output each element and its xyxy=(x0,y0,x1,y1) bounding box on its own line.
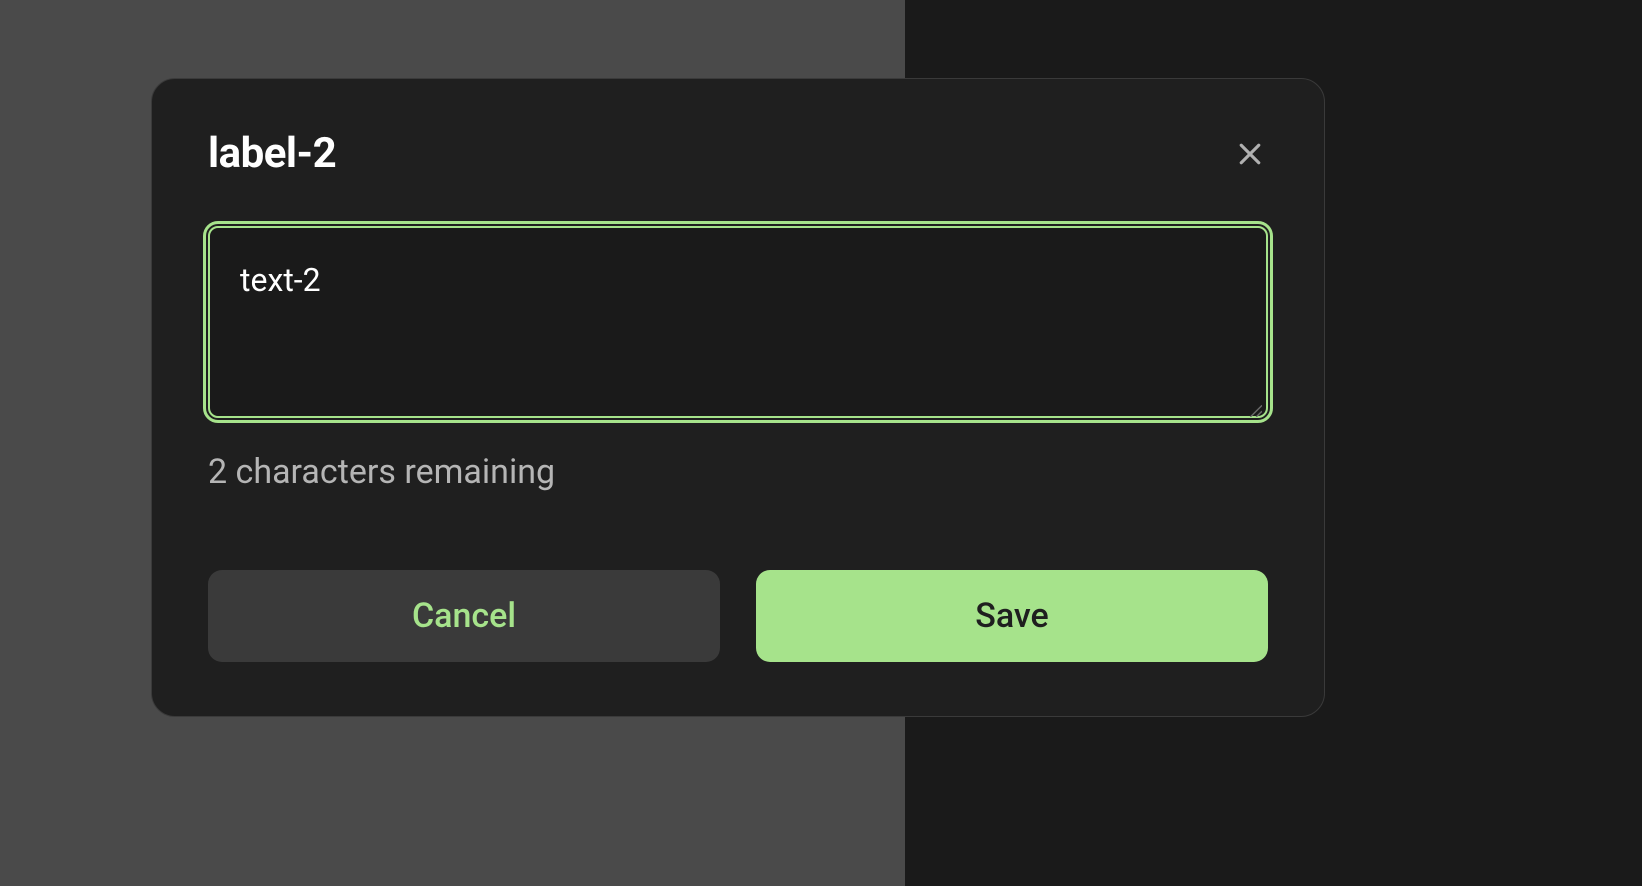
modal-actions: Cancel Save xyxy=(208,570,1268,662)
close-icon xyxy=(1235,139,1265,169)
edit-label-modal: label-2 2 characters remaining Cancel Sa… xyxy=(151,78,1325,717)
character-counter: 2 characters remaining xyxy=(208,452,1268,492)
save-button[interactable]: Save xyxy=(756,570,1268,662)
cancel-button[interactable]: Cancel xyxy=(208,570,720,662)
label-text-input[interactable] xyxy=(208,226,1268,418)
close-button[interactable] xyxy=(1232,136,1268,172)
modal-header: label-2 xyxy=(208,129,1268,178)
textarea-wrapper xyxy=(208,226,1268,422)
modal-title: label-2 xyxy=(208,129,336,178)
